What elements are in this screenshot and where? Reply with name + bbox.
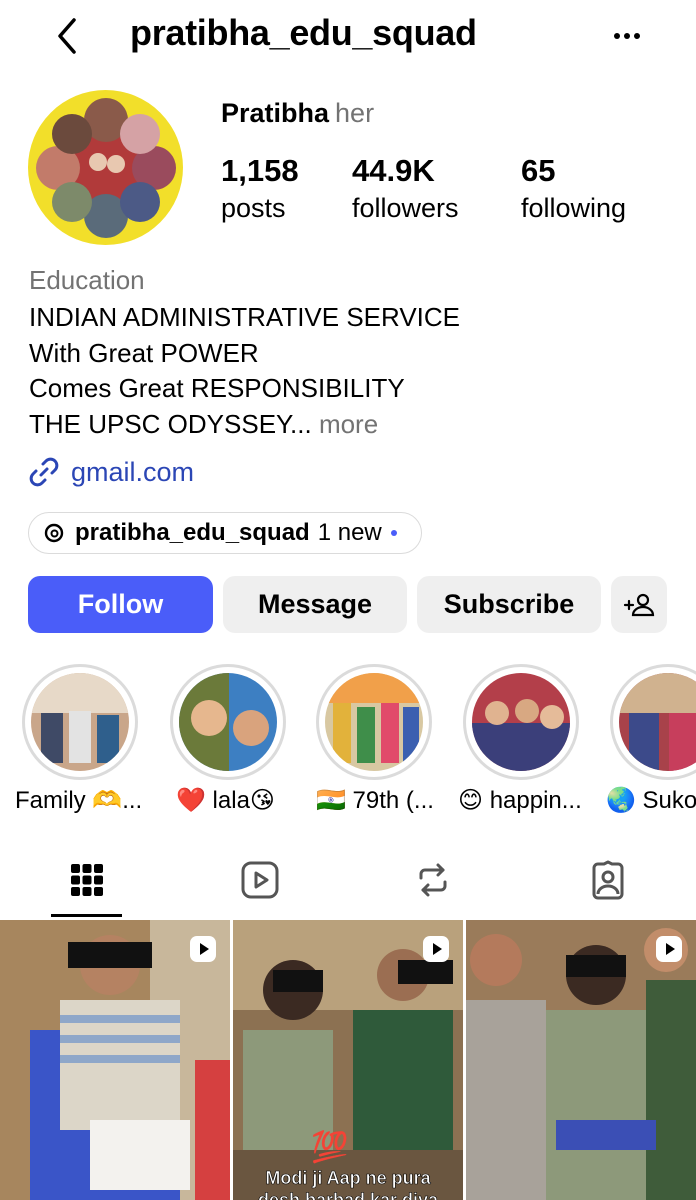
tagged-person-icon [592,860,624,900]
stat-value: 44.9K [352,153,435,188]
display-name-row: Pratibha her [221,98,374,129]
highlight-thumbnail [31,673,129,771]
bio-more-link[interactable]: more [312,409,378,439]
stat-followers[interactable]: 44.9K followers [352,152,459,226]
threads-icon [44,523,64,543]
bio-line: THE UPSC ODYSSEY... [29,409,312,439]
grid-post[interactable] [466,920,696,1200]
stat-label: followers [352,193,459,223]
highlight-label: Family 🫶... [15,787,143,814]
stat-value: 1,158 [221,153,299,188]
post-caption: Modi ji Aap ne pura [265,1168,431,1189]
profile-category: Education [29,265,145,295]
link-icon [29,457,59,487]
stat-label: posts [221,193,286,223]
grid-icon [71,864,103,896]
new-dot [390,530,397,536]
profile-avatar[interactable] [28,90,183,245]
bio-line: Comes Great RESPONSIBILITY [29,373,405,403]
caption-emoji: 💯 [311,1131,349,1164]
more-options-icon[interactable] [605,22,649,50]
external-link[interactable]: gmail.com [27,452,194,492]
tab-tagged[interactable] [583,855,633,905]
suggest-people-button[interactable] [611,576,667,633]
add-person-icon [623,593,655,616]
threads-new-badge: 1 new [317,519,382,546]
highlight-label: 😊 happin... [458,787,582,814]
highlight-label: ❤️ lala😘 [176,787,275,814]
reel-icon [190,936,216,962]
display-name: Pratibha [221,98,330,128]
threads-badge[interactable]: pratibha_edu_squad 1 new [28,512,422,554]
reel-icon [656,936,682,962]
highlight-label: 🌏 Suko [606,787,696,814]
stat-following[interactable]: 65 following [521,152,626,226]
highlight-thumbnail [325,673,423,771]
tab-reposts[interactable] [408,855,458,905]
reel-icon [423,936,449,962]
highlight-label: 🇮🇳 79th (... [316,787,434,814]
grid-post[interactable]: 💯 Modi ji Aap ne pura desh barbad kar di… [233,920,463,1200]
highlight-thumbnail [472,673,570,771]
reels-icon [241,861,279,899]
stat-posts[interactable]: 1,158 posts [221,152,299,226]
subscribe-button[interactable]: Subscribe [417,576,601,633]
repost-icon [419,863,447,897]
bio-line: With Great POWER [29,338,259,368]
tab-posts-grid[interactable] [62,855,112,905]
profile-username-title: pratibha_edu_squad [130,12,477,53]
follow-button[interactable]: Follow [28,576,213,633]
active-tab-indicator [51,914,122,917]
stat-value: 65 [521,153,556,188]
link-label: gmail.com [71,456,195,487]
post-caption: desh barbad kar diya [257,1190,439,1200]
back-arrow-icon[interactable] [50,14,86,58]
pronouns: her [335,98,375,128]
grid-post[interactable] [0,920,230,1200]
tab-reels[interactable] [235,855,285,905]
message-button[interactable]: Message [223,576,407,633]
threads-handle: pratibha_edu_squad [75,519,310,546]
highlight-thumbnail [179,673,277,771]
stat-label: following [521,193,627,223]
bio-last-line: THE UPSC ODYSSEY... more [29,409,378,440]
top-bar: pratibha_edu_squad [0,0,696,72]
bio-line: INDIAN ADMINISTRATIVE SERVICE [29,302,461,332]
